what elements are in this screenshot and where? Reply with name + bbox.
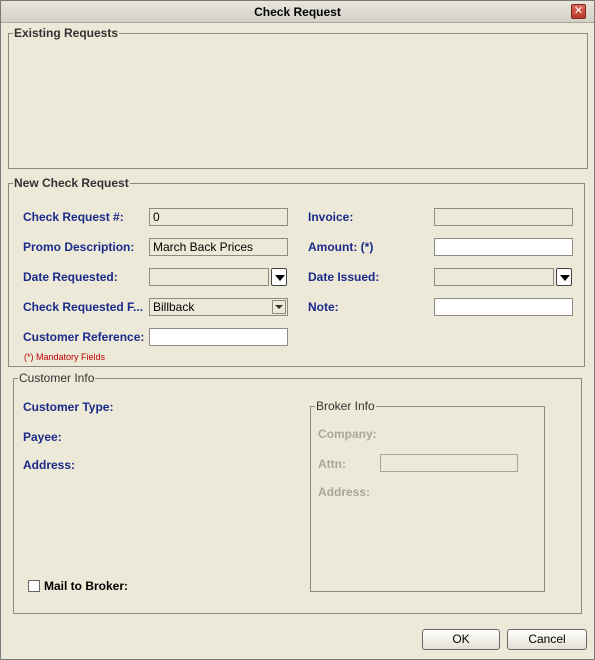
mandatory-fields-note: (*) Mandatory Fields xyxy=(24,352,106,362)
close-icon[interactable]: ✕ xyxy=(571,4,586,19)
title-bar[interactable]: Check Request ✕ xyxy=(1,1,594,23)
customer-info-title: Customer Info xyxy=(18,371,96,385)
existing-requests-title: Existing Requests xyxy=(13,26,120,40)
customer-reference-field[interactable] xyxy=(149,328,288,346)
promo-description-label: Promo Description: xyxy=(23,240,135,254)
date-issued-label: Date Issued: xyxy=(308,270,380,284)
promo-description-field: March Back Prices xyxy=(149,238,288,256)
amount-label: Amount: (*) xyxy=(308,240,374,254)
broker-company-label: Company: xyxy=(318,427,377,441)
check-request-number-field: 0 xyxy=(149,208,288,226)
note-field[interactable] xyxy=(434,298,573,316)
dialog-title: Check Request xyxy=(254,5,341,19)
date-issued-dropdown-icon[interactable] xyxy=(556,268,572,286)
payee-label: Payee: xyxy=(23,430,62,444)
broker-attn-field xyxy=(380,454,518,472)
broker-address-label: Address: xyxy=(318,485,371,499)
invoice-field xyxy=(434,208,573,226)
mail-to-broker-label: Mail to Broker: xyxy=(44,579,129,593)
new-check-request-title: New Check Request xyxy=(13,176,130,190)
ok-button[interactable]: OK xyxy=(422,629,500,650)
customer-reference-label: Customer Reference: xyxy=(23,330,145,344)
date-issued-field[interactable] xyxy=(434,268,554,286)
broker-attn-label: Attn: xyxy=(318,457,346,471)
check-request-number-label: Check Request #: xyxy=(23,210,124,224)
invoice-label: Invoice: xyxy=(308,210,354,224)
check-request-dialog: Check Request ✕ Existing Requests New Ch… xyxy=(0,0,595,660)
check-requested-for-label: Check Requested F... xyxy=(23,300,144,314)
customer-type-label: Customer Type: xyxy=(23,400,114,414)
amount-field[interactable] xyxy=(434,238,573,256)
check-requested-for-select[interactable]: Billback xyxy=(149,298,288,316)
mail-to-broker-checkbox[interactable] xyxy=(28,580,40,592)
note-label: Note: xyxy=(308,300,339,314)
cancel-button[interactable]: Cancel xyxy=(507,629,587,650)
chevron-down-icon[interactable] xyxy=(272,300,286,314)
broker-info-title: Broker Info xyxy=(315,399,376,413)
address-label: Address: xyxy=(23,458,76,472)
date-requested-label: Date Requested: xyxy=(23,270,118,284)
existing-requests-group: Existing Requests xyxy=(8,26,588,169)
date-requested-dropdown-icon[interactable] xyxy=(271,268,287,286)
date-requested-field[interactable] xyxy=(149,268,269,286)
